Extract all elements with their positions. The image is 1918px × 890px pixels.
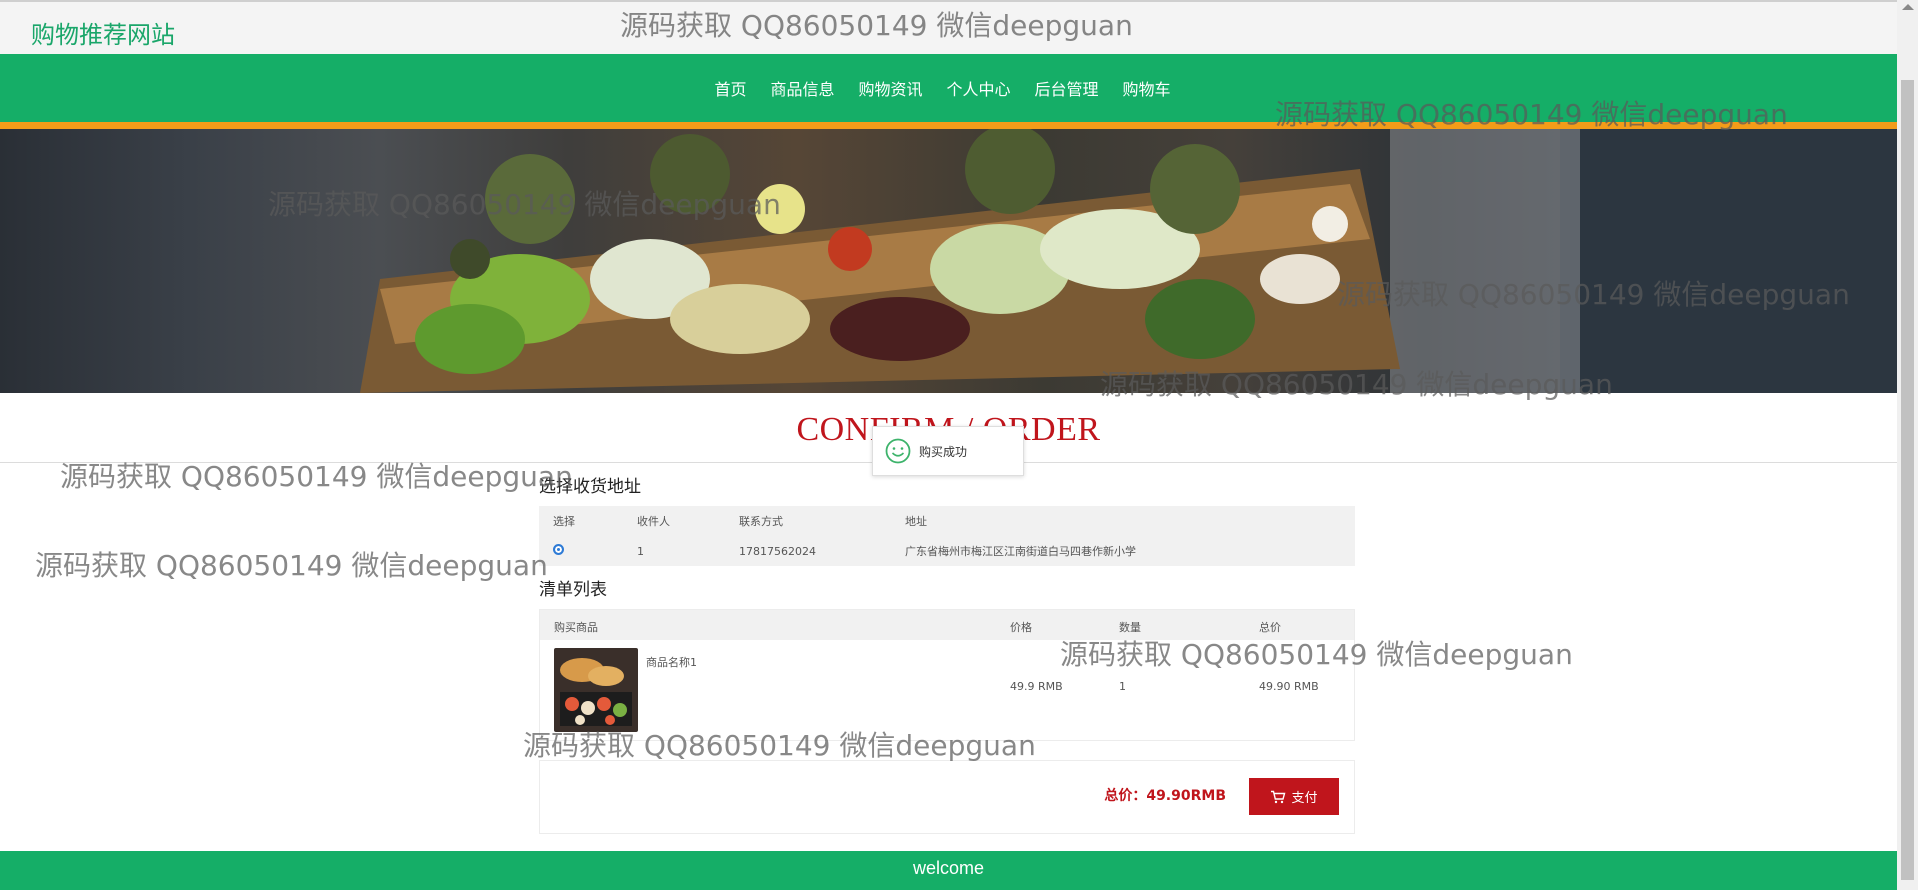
scroll-up-icon[interactable] bbox=[1902, 4, 1914, 10]
nav-item-cart[interactable]: 购物车 bbox=[1123, 76, 1171, 100]
cart-icon bbox=[1271, 790, 1286, 803]
order-table: 购买商品 价格 数量 总价 商品名称1 49.9 RMB 1 49.90 RMB bbox=[539, 609, 1355, 741]
phone-cell: 17817562024 bbox=[739, 544, 816, 558]
recipient-cell: 1 bbox=[637, 544, 644, 558]
hero-banner bbox=[0, 129, 1897, 393]
address-cell: 广东省梅州市梅江区江南街道白马四巷作新小学 bbox=[905, 545, 1136, 558]
food-banner-image bbox=[360, 129, 1897, 393]
column-header-recipient: 收件人 bbox=[637, 515, 670, 528]
table-header-row: 选择 收件人 联系方式 地址 bbox=[539, 506, 1355, 536]
checkout-summary: 总价：49.90RMB 支付 bbox=[539, 760, 1355, 834]
page: 购物推荐网站 首页 商品信息 购物资讯 个人中心 后台管理 购物车 ORDER … bbox=[0, 0, 1918, 890]
page-scrollbar[interactable] bbox=[1897, 0, 1918, 890]
nav-item-news[interactable]: 购物资讯 bbox=[858, 76, 922, 100]
grand-total: 总价：49.90RMB bbox=[1104, 788, 1226, 804]
address-table: 选择 收件人 联系方式 地址 1 17817562024 广东省梅州市梅江区江南… bbox=[539, 506, 1355, 566]
nav-item-products[interactable]: 商品信息 bbox=[770, 76, 834, 100]
order-content: 选择收货地址 选择 收件人 联系方式 地址 1 17817562024 广东省梅… bbox=[539, 476, 1355, 834]
column-header-phone: 联系方式 bbox=[739, 515, 783, 528]
toast-message: 购买成功 bbox=[919, 444, 968, 459]
column-header-select: 选择 bbox=[553, 515, 575, 528]
footer-text: welcome bbox=[912, 858, 985, 878]
table-row: 商品名称1 49.9 RMB 1 49.90 RMB bbox=[540, 640, 1354, 740]
success-toast: 购买成功 bbox=[872, 426, 1024, 476]
nav-accent-stripe bbox=[0, 122, 1897, 129]
pay-button-label: 支付 bbox=[1291, 790, 1318, 805]
table-row[interactable]: 1 17817562024 广东省梅州市梅江区江南街道白马四巷作新小学 bbox=[539, 536, 1355, 566]
nav-item-admin[interactable]: 后台管理 bbox=[1035, 76, 1099, 100]
order-list-heading: 清单列表 bbox=[539, 580, 607, 600]
order-table-header: 购买商品 价格 数量 总价 bbox=[540, 610, 1354, 640]
watermark: 源码获取 QQ86050149 微信deepguan bbox=[35, 549, 548, 582]
column-header-product: 购买商品 bbox=[554, 621, 598, 634]
column-header-price: 价格 bbox=[1010, 621, 1032, 634]
product-price: 49.9 RMB bbox=[1010, 680, 1063, 693]
column-header-address: 地址 bbox=[905, 515, 927, 528]
main-nav: 首页 商品信息 购物资讯 个人中心 后台管理 购物车 bbox=[0, 54, 1897, 122]
product-total: 49.90 RMB bbox=[1259, 680, 1319, 693]
column-header-quantity: 数量 bbox=[1119, 621, 1141, 634]
pay-button[interactable]: 支付 bbox=[1249, 778, 1339, 815]
top-bar: 购物推荐网站 bbox=[0, 0, 1897, 54]
site-title[interactable]: 购物推荐网站 bbox=[31, 15, 175, 50]
product-quantity: 1 bbox=[1119, 680, 1126, 693]
product-name[interactable]: 商品名称1 bbox=[646, 654, 697, 670]
nav-item-home[interactable]: 首页 bbox=[714, 76, 746, 100]
address-select-cell[interactable] bbox=[539, 536, 623, 566]
smiley-icon bbox=[885, 438, 911, 464]
nav-item-profile[interactable]: 个人中心 bbox=[947, 76, 1011, 100]
scrollbar-thumb[interactable] bbox=[1901, 80, 1914, 880]
address-radio[interactable] bbox=[553, 544, 564, 555]
column-header-total: 总价 bbox=[1259, 621, 1281, 634]
address-heading: 选择收货地址 bbox=[539, 477, 641, 497]
product-thumbnail[interactable] bbox=[554, 648, 638, 732]
footer: welcome bbox=[0, 851, 1897, 890]
